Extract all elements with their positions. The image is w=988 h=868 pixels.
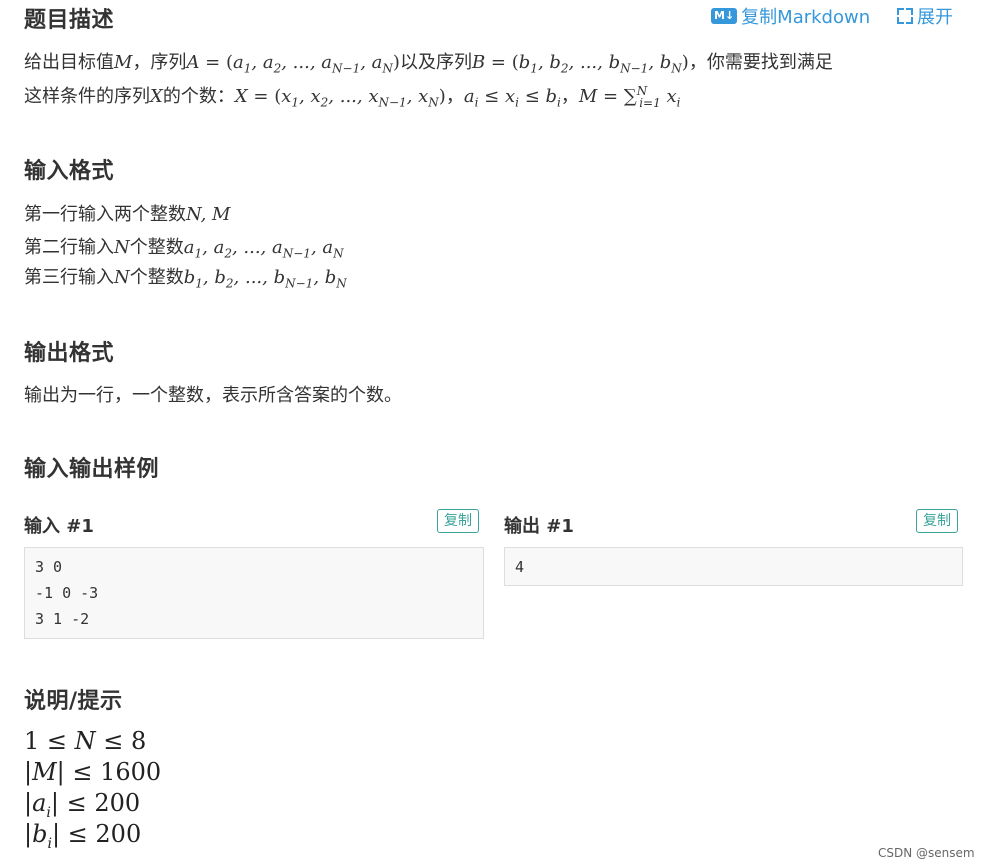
output-format-text: 输出为一行，一个整数，表示所含答案的个数。 xyxy=(24,385,402,406)
section-title-hints: 说明/提示 xyxy=(24,689,123,714)
sample-input-label: 输入 #1 xyxy=(24,516,94,537)
copy-markdown-link[interactable]: M↓ 复制Markdown xyxy=(711,3,870,29)
description-line-1: 给出目标值M，序列A = (a1, a2, ..., aN−1, aN)以及序列… xyxy=(24,52,833,76)
markdown-icon: M↓ xyxy=(711,8,738,24)
description-line-2: 这样条件的序列X的个数：X = (x1, x2, ..., xN−1, xN)，… xyxy=(24,84,681,110)
hint-line-4: |bi| ≤ 200 xyxy=(24,820,142,852)
watermark: CSDN @sensem xyxy=(878,846,975,860)
copy-output-button[interactable]: 复制 xyxy=(916,509,958,533)
expand-link[interactable]: 展开 xyxy=(897,3,953,29)
sample-input-box[interactable]: 3 0 -1 0 -3 3 1 -2 xyxy=(24,547,484,639)
sample-output-label: 输出 #1 xyxy=(504,516,574,537)
section-title-samples: 输入输出样例 xyxy=(24,457,160,482)
copy-markdown-label: 复制Markdown xyxy=(741,7,871,28)
copy-input-button[interactable]: 复制 xyxy=(437,509,479,533)
input-format-line-1: 第一行输入两个整数N, M xyxy=(24,204,231,225)
section-title-description: 题目描述 xyxy=(24,8,115,33)
section-title-input-format: 输入格式 xyxy=(24,159,115,184)
input-format-line-2: 第二行输入N个整数a1, a2, ..., aN−1, aN xyxy=(24,237,344,261)
expand-label: 展开 xyxy=(917,7,953,28)
expand-icon xyxy=(897,8,913,24)
hint-line-1: 1 ≤ N ≤ 8 xyxy=(24,727,147,755)
section-title-output-format: 输出格式 xyxy=(24,341,115,366)
sample-output-box[interactable]: 4 xyxy=(504,547,963,586)
input-format-line-3: 第三行输入N个整数b1, b2, ..., bN−1, bN xyxy=(24,267,347,291)
hint-line-2: |M| ≤ 1600 xyxy=(24,758,162,786)
